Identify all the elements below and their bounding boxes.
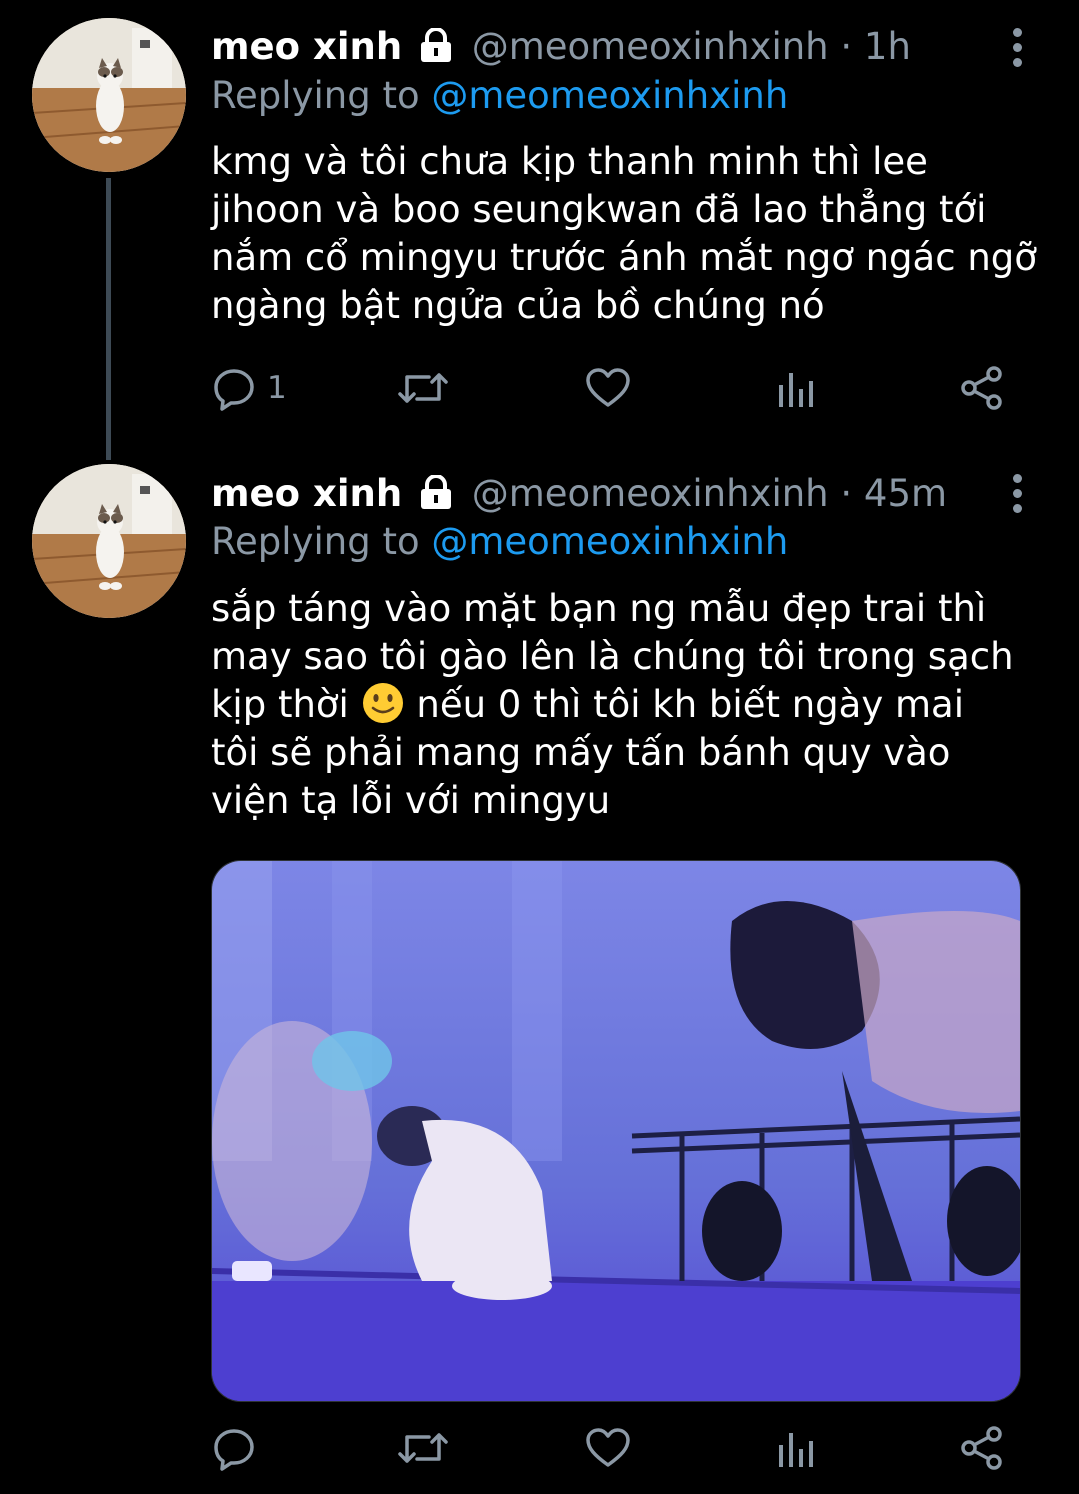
reply-button[interactable]: [211, 1423, 267, 1473]
cat-avatar-image: [32, 464, 186, 618]
analytics-button[interactable]: [776, 1423, 816, 1473]
replying-to-mention[interactable]: @meomeoxinhxinh: [431, 74, 788, 117]
replying-to-label: Replying to: [211, 74, 420, 117]
reply-button[interactable]: 1: [211, 363, 287, 413]
tweet-media-image[interactable]: [211, 860, 1021, 1402]
user-handle[interactable]: @meomeoxinhxinh: [472, 472, 829, 515]
tweet-text: kmg và tôi chưa kịp thanh minh thì lee j…: [211, 140, 1037, 327]
heart-icon: [586, 1428, 630, 1467]
timestamp[interactable]: 1h: [864, 25, 911, 68]
slightly-smiling-face-icon: [362, 683, 403, 723]
retweet-icon: [398, 373, 448, 403]
tweet-text: sắp táng vào mặt bạn ng mẫu đẹp trai thì…: [211, 585, 1021, 825]
tweet-2[interactable]: meo xinh @meomeoxinhxinh · 45m Replying …: [0, 440, 1079, 1494]
cat-avatar-image: [32, 18, 186, 172]
analytics-icon: [779, 1433, 813, 1467]
tweet-actions: [211, 1423, 1011, 1473]
retweet-button[interactable]: [397, 363, 449, 413]
like-button[interactable]: [584, 1423, 632, 1473]
timestamp[interactable]: 45m: [864, 472, 947, 515]
share-button[interactable]: [959, 1423, 1005, 1473]
tweet-actions: 1: [211, 363, 1011, 413]
separator-dot: ·: [840, 472, 853, 515]
analytics-button[interactable]: [776, 363, 816, 413]
replying-to: Replying to @meomeoxinhxinh: [211, 73, 788, 119]
tweet-header: meo xinh @meomeoxinhxinh · 1h: [211, 24, 911, 73]
share-icon: [961, 366, 1002, 410]
replying-to: Replying to @meomeoxinhxinh: [211, 519, 788, 565]
retweet-button[interactable]: [397, 1423, 449, 1473]
more-vertical-icon[interactable]: [1003, 28, 1031, 73]
avatar[interactable]: [32, 18, 186, 172]
display-name[interactable]: meo xinh: [211, 25, 402, 68]
lock-icon: [418, 474, 454, 520]
separator-dot: ·: [840, 25, 853, 68]
tweet-1[interactable]: meo xinh @meomeoxinhxinh · 1h Replying t…: [0, 0, 1079, 440]
stage-photo: [212, 861, 1020, 1401]
more-vertical-icon[interactable]: [1003, 474, 1031, 519]
like-button[interactable]: [584, 363, 632, 413]
reply-count: 1: [267, 370, 287, 406]
lock-icon: [418, 27, 454, 73]
reply-icon: [214, 1429, 254, 1471]
retweet-icon: [398, 1433, 448, 1463]
reply-icon: [214, 369, 254, 411]
replying-to-label: Replying to: [211, 520, 420, 563]
user-handle[interactable]: @meomeoxinhxinh: [472, 25, 829, 68]
display-name[interactable]: meo xinh: [211, 472, 402, 515]
tweet-header: meo xinh @meomeoxinhxinh · 45m: [211, 471, 947, 520]
share-icon: [961, 1426, 1002, 1470]
share-button[interactable]: [959, 363, 1005, 413]
analytics-icon: [779, 373, 813, 407]
replying-to-mention[interactable]: @meomeoxinhxinh: [431, 520, 788, 563]
avatar[interactable]: [32, 464, 186, 618]
heart-icon: [586, 368, 630, 407]
